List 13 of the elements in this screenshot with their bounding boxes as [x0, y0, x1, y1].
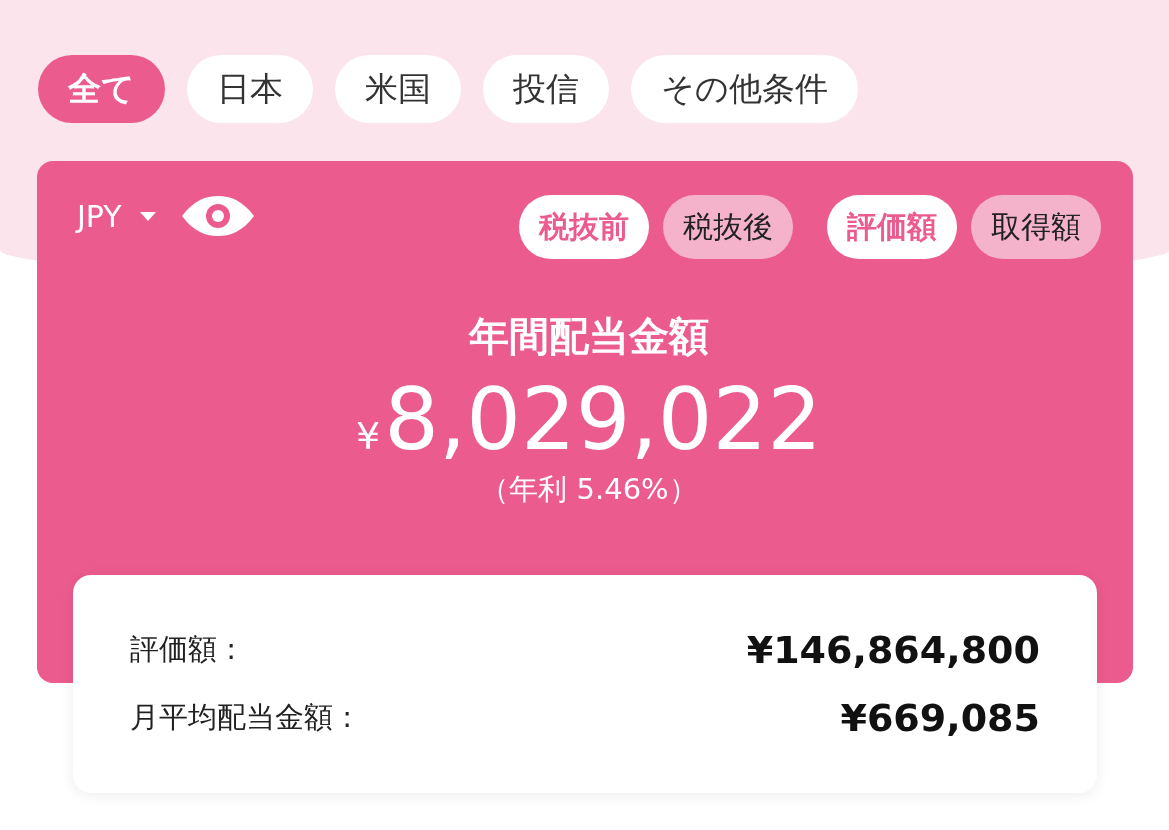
summary-value: ¥146,864,800: [746, 628, 1040, 672]
currency-symbol: ¥: [356, 414, 381, 458]
caret-icon[interactable]: [139, 211, 156, 221]
eye-icon[interactable]: [181, 196, 254, 236]
summary-value: ¥669,085: [840, 696, 1040, 740]
toggle-option[interactable]: 取得額: [971, 195, 1101, 259]
filter-tab[interactable]: その他条件: [631, 55, 858, 123]
summary-label: 月平均配当金額 :: [130, 699, 352, 736]
annual-yield: （年利 5.46%）: [480, 471, 698, 508]
card-title: 年間配当金額: [469, 312, 709, 361]
toggle-option[interactable]: 税抜後: [663, 195, 793, 259]
annual-dividend-amount: 8,029,022: [384, 376, 822, 462]
summary-label: 評価額 :: [130, 631, 236, 668]
